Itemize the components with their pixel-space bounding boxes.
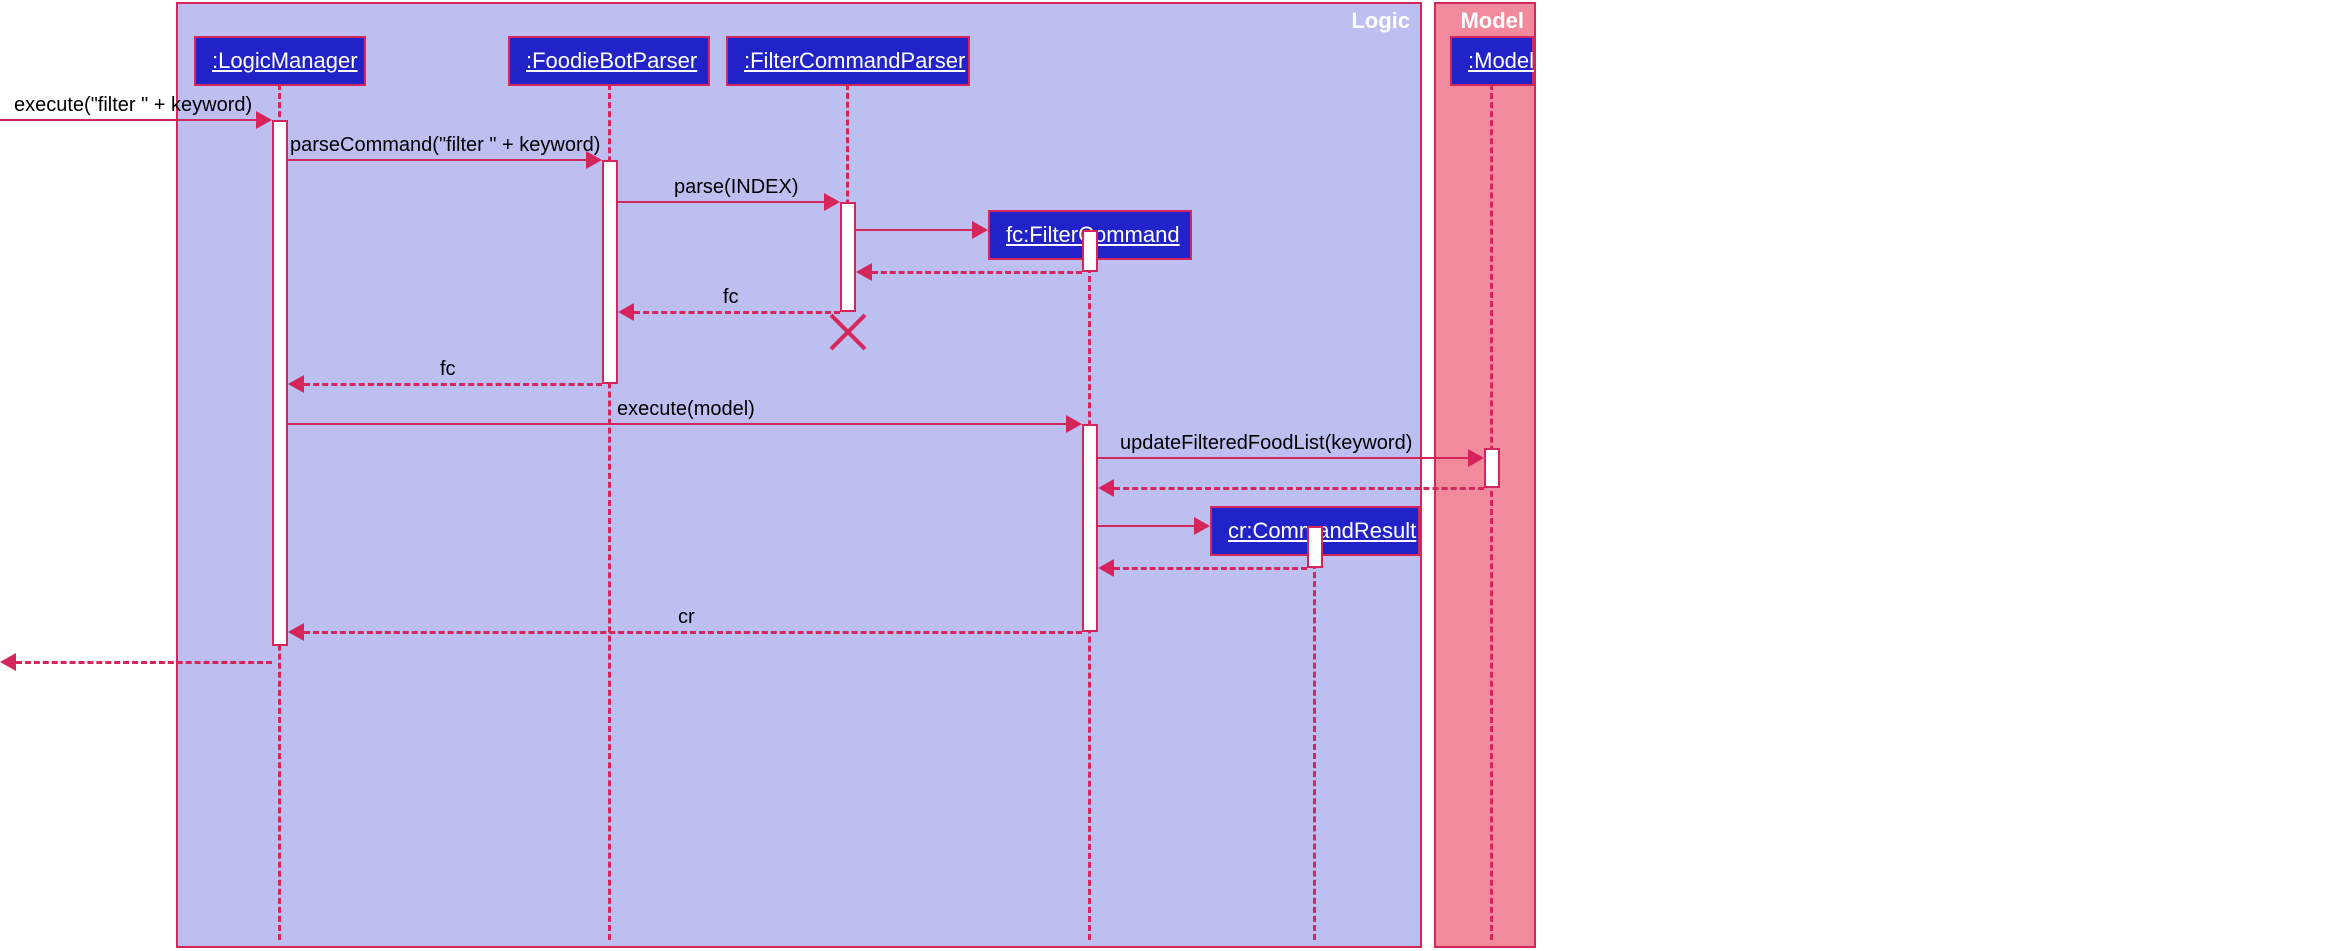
arrowhead-m9r bbox=[1098, 559, 1114, 577]
arrowhead-m3 bbox=[824, 193, 840, 211]
arrow-m9 bbox=[1098, 525, 1194, 527]
activation-filtercommand-1 bbox=[1082, 230, 1098, 272]
arrowhead-m8 bbox=[1468, 449, 1484, 467]
logic-frame-label: Logic bbox=[1351, 8, 1410, 34]
arrow-m1 bbox=[0, 119, 256, 121]
msg-execute-model: execute(model) bbox=[617, 398, 755, 421]
arrow-m7 bbox=[288, 423, 1066, 425]
arrow-m2 bbox=[288, 159, 586, 161]
arrow-m4 bbox=[856, 229, 972, 231]
lifeline-commandresult bbox=[1313, 554, 1316, 940]
arrowhead-m10 bbox=[288, 623, 304, 641]
arrowhead-m5 bbox=[618, 303, 634, 321]
msg-parsecommand: parseCommand("filter " + keyword) bbox=[290, 134, 600, 157]
arrow-m8r bbox=[1114, 487, 1484, 490]
arrowhead-final bbox=[0, 653, 16, 671]
activation-foodiebotparser bbox=[602, 160, 618, 384]
arrowhead-m1 bbox=[256, 111, 272, 129]
msg-cr: cr bbox=[678, 606, 695, 629]
participant-filtercommandparser: :FilterCommandParser bbox=[726, 36, 970, 86]
msg-parse: parse(INDEX) bbox=[674, 176, 798, 199]
arrow-final bbox=[16, 661, 272, 664]
arrowhead-m4 bbox=[972, 221, 988, 239]
arrow-m9r bbox=[1114, 567, 1307, 570]
activation-commandresult bbox=[1307, 526, 1323, 568]
participant-foodiebotparser: :FoodieBotParser bbox=[508, 36, 710, 86]
arrowhead-m2 bbox=[586, 151, 602, 169]
arrowhead-m8r bbox=[1098, 479, 1114, 497]
msg-execute-filter: execute("filter " + keyword) bbox=[14, 94, 252, 117]
lifeline-model bbox=[1490, 84, 1493, 940]
arrowhead-m6 bbox=[288, 375, 304, 393]
arrow-m3 bbox=[618, 201, 824, 203]
msg-fc1: fc bbox=[723, 286, 739, 309]
arrow-m8 bbox=[1098, 457, 1468, 459]
arrow-m4r bbox=[872, 271, 1082, 274]
arrow-m6 bbox=[304, 383, 602, 386]
arrowhead-m9 bbox=[1194, 517, 1210, 535]
model-frame-label: Model bbox=[1460, 8, 1524, 34]
msg-updatelist: updateFilteredFoodList(keyword) bbox=[1120, 432, 1412, 455]
msg-fc2: fc bbox=[440, 358, 456, 381]
activation-filtercommand-2 bbox=[1082, 424, 1098, 632]
arrowhead-m4r bbox=[856, 263, 872, 281]
arrowhead-m7 bbox=[1066, 415, 1082, 433]
arrow-m5 bbox=[634, 311, 840, 314]
activation-logicmanager bbox=[272, 120, 288, 646]
destroy-icon bbox=[828, 312, 868, 352]
participant-model: :Model bbox=[1450, 36, 1534, 86]
participant-logicmanager: :LogicManager bbox=[194, 36, 366, 86]
arrow-m10 bbox=[304, 631, 1082, 634]
activation-model bbox=[1484, 448, 1500, 488]
activation-filtercommandparser bbox=[840, 202, 856, 312]
